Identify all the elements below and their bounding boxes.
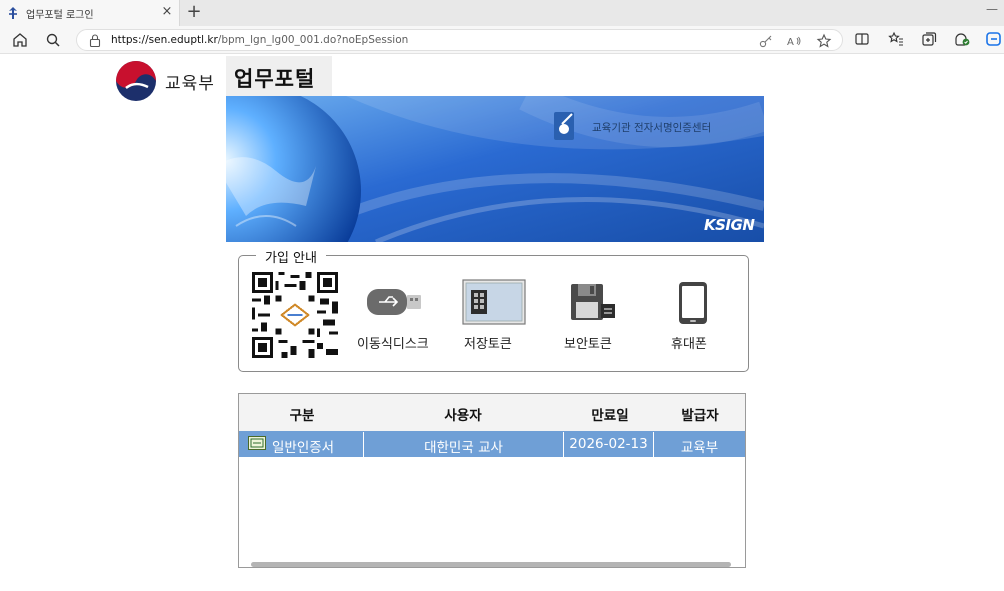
- horizontal-scrollbar[interactable]: [251, 562, 731, 567]
- favorites-icon[interactable]: [887, 30, 905, 48]
- certificate-user: 대한민국 교사: [424, 440, 503, 456]
- portal-favicon-icon: [9, 7, 17, 19]
- key-icon[interactable]: [758, 33, 774, 49]
- svg-text:A: A: [787, 37, 794, 48]
- storage-token-icon[interactable]: [462, 279, 526, 325]
- portal-title: 업무포털: [234, 67, 316, 91]
- column-header-issuer[interactable]: 발급자: [674, 404, 726, 424]
- tab-close-icon[interactable]: ×: [160, 4, 174, 20]
- column-header-expiry[interactable]: 만료일: [580, 404, 640, 424]
- device-label-security-token[interactable]: 보안토큰: [564, 333, 612, 352]
- device-label-phone[interactable]: 휴대폰: [671, 333, 707, 352]
- new-tab-icon[interactable]: +: [186, 1, 202, 23]
- certificate-center-banner: [226, 96, 764, 242]
- favorite-star-icon[interactable]: [816, 33, 832, 49]
- certificate-icon: [248, 436, 266, 450]
- certificate-issuer: 교육부: [680, 440, 719, 456]
- browser-tab[interactable]: 업무포털 로그인 ×: [0, 0, 180, 26]
- certificate-expiry: 2026-02-13: [569, 436, 648, 452]
- search-icon[interactable]: [43, 30, 63, 50]
- url-field[interactable]: https://sen.eduptl.kr/bpm_lgn_lg00_001.d…: [76, 29, 843, 51]
- join-guide-title: 가입 안내: [256, 247, 326, 266]
- url-text: https://sen.eduptl.kr/bpm_lgn_lg00_001.d…: [111, 34, 408, 46]
- device-label-storage-token[interactable]: 저장토큰: [464, 333, 512, 352]
- ksign-logo: KSIGN: [704, 216, 755, 234]
- device-label-usb[interactable]: 이동식디스크: [357, 333, 429, 352]
- mobile-phone-icon[interactable]: [677, 281, 709, 325]
- tab-title: 업무포털 로그인: [26, 10, 94, 21]
- url-path: /bpm_lgn_lg00_001.do?noEpSession: [217, 34, 409, 46]
- usb-drive-icon[interactable]: [365, 285, 423, 319]
- ministry-name: 교육부: [165, 74, 215, 94]
- copilot-icon[interactable]: [985, 30, 1003, 48]
- column-header-type[interactable]: 구분: [280, 404, 324, 424]
- minimize-icon[interactable]: —: [985, 2, 999, 20]
- tab-strip: 업무포털 로그인 × + —: [0, 0, 1004, 26]
- column-header-user[interactable]: 사용자: [420, 404, 506, 424]
- read-aloud-icon[interactable]: A: [786, 33, 802, 49]
- join-guide-qr-code: [252, 272, 338, 358]
- certificate-center-label: 교육기관 전자서명인증센터: [592, 122, 712, 134]
- split-screen-icon[interactable]: [853, 30, 871, 48]
- collections-icon[interactable]: [920, 30, 938, 48]
- home-icon[interactable]: [10, 30, 30, 50]
- extensions-icon[interactable]: [953, 30, 971, 48]
- security-token-icon[interactable]: [569, 282, 617, 324]
- url-host: https://sen.eduptl.kr: [111, 34, 218, 46]
- certificate-type: 일반인증서: [272, 440, 335, 456]
- ministry-emblem-logo: [116, 61, 156, 101]
- lock-icon[interactable]: [89, 34, 101, 47]
